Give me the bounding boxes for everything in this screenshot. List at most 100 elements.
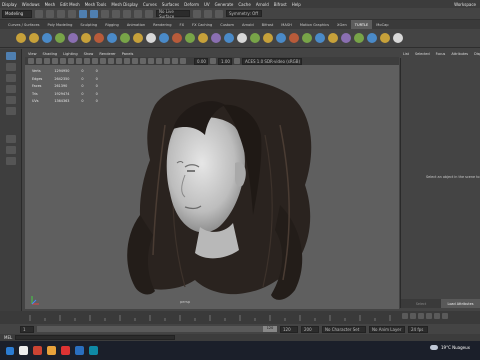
scale-tool-icon[interactable]	[5, 107, 16, 115]
shelf-tab[interactable]: Bifrost	[258, 20, 278, 29]
save-icon[interactable]	[46, 9, 54, 18]
layout-four-icon[interactable]	[5, 146, 16, 154]
shelf-tab[interactable]: MASH	[277, 20, 296, 29]
select-by-object-icon[interactable]	[90, 9, 98, 18]
shelf-tool-icon[interactable]	[341, 33, 351, 43]
view-transform-dropdown[interactable]: ACES 1.0 SDR-video (sRGB)	[242, 57, 302, 65]
shelf-tool-icon[interactable]	[263, 33, 273, 43]
mode-dropdown[interactable]: Modeling	[2, 9, 32, 18]
rotate-tool-icon[interactable]	[5, 96, 16, 104]
shelf-tab[interactable]: Animation	[123, 20, 149, 29]
gamma-icon[interactable]	[210, 58, 216, 64]
select-by-component-icon[interactable]	[101, 9, 109, 18]
folder-icon[interactable]	[35, 9, 43, 18]
menu-item[interactable]: Generate	[215, 2, 234, 7]
attribute-editor-tab[interactable]: List	[403, 52, 409, 56]
snap-curve-icon[interactable]	[123, 9, 131, 18]
workspace-label[interactable]: Workspace	[454, 2, 476, 7]
menu-item[interactable]: Bifrost	[274, 2, 287, 7]
shelf-tab[interactable]: Motion Graphics	[296, 20, 333, 29]
film-gate-icon[interactable]	[68, 58, 74, 64]
shelf-tool-icon[interactable]	[29, 33, 39, 43]
paint-select-icon[interactable]	[5, 74, 16, 82]
range-start-field[interactable]: 1	[20, 325, 34, 333]
go-to-start-icon[interactable]	[402, 313, 408, 319]
attribute-editor-tab[interactable]: Selected	[415, 52, 430, 56]
xray-joints-icon[interactable]	[164, 58, 170, 64]
textured-icon[interactable]	[100, 58, 106, 64]
snap-plane-icon[interactable]	[145, 9, 153, 18]
shelf-tab[interactable]: Sculpting	[76, 20, 101, 29]
xray-active-icon[interactable]	[172, 58, 178, 64]
search-icon[interactable]	[19, 346, 28, 355]
shelf-tool-icon[interactable]	[367, 33, 377, 43]
shelf-tab[interactable]: MoCap	[372, 20, 392, 29]
shelf-tool-icon[interactable]	[380, 33, 390, 43]
grid-icon[interactable]	[60, 58, 66, 64]
ao-icon[interactable]	[124, 58, 130, 64]
wireframe-icon[interactable]	[84, 58, 90, 64]
dof-icon[interactable]	[140, 58, 146, 64]
shelf-tool-icon[interactable]	[55, 33, 65, 43]
gamma-field[interactable]: 1.00	[218, 57, 232, 65]
xray-icon[interactable]	[156, 58, 162, 64]
move-tool-icon[interactable]	[5, 85, 16, 93]
shelf-tool-icon[interactable]	[289, 33, 299, 43]
shelf-tool-icon[interactable]	[81, 33, 91, 43]
menu-item[interactable]: Edit Mesh	[60, 2, 80, 7]
shelf-tab[interactable]: TURTLE	[350, 20, 373, 29]
play-back-icon[interactable]	[418, 313, 424, 319]
range-end-field[interactable]: 120	[280, 325, 298, 333]
menu-item[interactable]: Mesh Display	[111, 2, 138, 7]
shelf-tool-icon[interactable]	[250, 33, 260, 43]
isolate-icon[interactable]	[148, 58, 154, 64]
shelf-tool-icon[interactable]	[302, 33, 312, 43]
range-bar[interactable]: 120	[37, 326, 277, 332]
attribute-editor-tab[interactable]: Focus	[436, 52, 446, 56]
undo-icon[interactable]	[57, 9, 65, 18]
shelf-tool-icon[interactable]	[120, 33, 130, 43]
fps-dropdown[interactable]: 24 fps	[408, 325, 428, 333]
history-icon[interactable]	[193, 9, 201, 18]
panel-menu-item[interactable]: Shading	[43, 52, 58, 56]
shelf-tool-icon[interactable]	[185, 33, 195, 43]
bookmark-icon[interactable]	[44, 58, 50, 64]
go-to-end-icon[interactable]	[442, 313, 448, 319]
camera-icon[interactable]	[28, 58, 34, 64]
shelf-tool-icon[interactable]	[315, 33, 325, 43]
shelf-tab[interactable]: Curves / Surfaces	[4, 20, 44, 29]
panel-menu-item[interactable]: Panels	[122, 52, 134, 56]
anim-layer-dropdown[interactable]: No Anim Layer	[369, 325, 405, 333]
shelf-tab[interactable]: FX	[176, 20, 189, 29]
layout-single-icon[interactable]	[5, 135, 16, 143]
menu-item[interactable]: Curves	[143, 2, 157, 7]
command-language-label[interactable]: MEL	[4, 335, 12, 340]
file-explorer-icon[interactable]	[47, 346, 56, 355]
character-set-dropdown[interactable]: No Character Set	[322, 325, 366, 333]
menu-item[interactable]: Surfaces	[162, 2, 179, 7]
shelf-tool-icon[interactable]	[68, 33, 78, 43]
anim-end-field[interactable]: 200	[301, 325, 319, 333]
layout-outliner-icon[interactable]	[5, 157, 16, 165]
redo-icon[interactable]	[68, 9, 76, 18]
shelf-tool-icon[interactable]	[276, 33, 286, 43]
shadows-icon[interactable]	[116, 58, 122, 64]
menu-item[interactable]: Windows	[22, 2, 40, 7]
play-forward-icon[interactable]	[426, 313, 432, 319]
shelf-tool-icon[interactable]	[328, 33, 338, 43]
weather-widget[interactable]: 19°C Nuageux	[430, 345, 470, 350]
select-button[interactable]: Select	[401, 299, 441, 308]
shelf-tool-icon[interactable]	[224, 33, 234, 43]
shelf-tool-icon[interactable]	[16, 33, 26, 43]
symmetry-dropdown[interactable]: Symmetry: Off	[226, 10, 262, 17]
shelf-tool-icon[interactable]	[146, 33, 156, 43]
maya-icon[interactable]	[89, 346, 98, 355]
menu-item[interactable]: Mesh Tools	[85, 2, 107, 7]
snap-grid-icon[interactable]	[112, 9, 120, 18]
shelf-tool-icon[interactable]	[354, 33, 364, 43]
command-input[interactable]	[15, 335, 176, 340]
menu-item[interactable]: UV	[204, 2, 210, 7]
shelf-tab[interactable]: Custom	[216, 20, 238, 29]
menu-item[interactable]: Deform	[184, 2, 199, 7]
live-surface-field[interactable]: No Live Surface	[156, 9, 190, 19]
